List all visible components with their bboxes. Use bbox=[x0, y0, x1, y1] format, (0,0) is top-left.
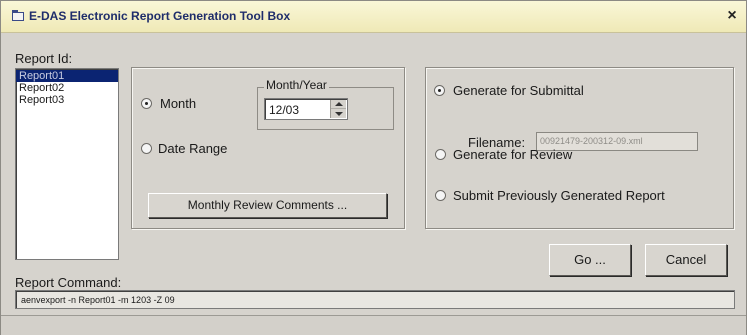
title-bar: E-DAS Electronic Report Generation Tool … bbox=[1, 1, 746, 33]
generate-review-label: Generate for Review bbox=[453, 147, 573, 162]
generate-review-radio[interactable] bbox=[435, 149, 446, 160]
window-title: E-DAS Electronic Report Generation Tool … bbox=[29, 9, 291, 23]
arrow-down-icon[interactable] bbox=[331, 109, 346, 118]
close-icon[interactable]: × bbox=[723, 6, 741, 26]
status-bar bbox=[1, 315, 746, 335]
month-label: Month bbox=[160, 96, 197, 111]
month-year-label: Month/Year bbox=[264, 78, 329, 92]
month-year-value: 12/03 bbox=[269, 103, 300, 117]
arrow-up-icon[interactable] bbox=[331, 100, 346, 109]
go-button[interactable]: Go ... bbox=[549, 244, 631, 276]
date-range-label: Date Range bbox=[158, 141, 228, 156]
list-item-report03[interactable]: Report03 bbox=[16, 94, 118, 106]
report-command-label: Report Command: bbox=[15, 275, 122, 290]
cancel-button[interactable]: Cancel bbox=[645, 244, 727, 276]
generate-submittal-label: Generate for Submittal bbox=[453, 83, 584, 98]
month-year-spinner[interactable] bbox=[330, 100, 346, 118]
monthly-review-comments-button[interactable]: Monthly Review Comments ... bbox=[148, 193, 387, 218]
submit-previous-radio[interactable] bbox=[435, 190, 446, 201]
list-item-report02[interactable]: Report02 bbox=[16, 82, 118, 94]
date-range-radio[interactable] bbox=[141, 143, 152, 154]
report-id-list[interactable]: Report01 Report02 Report03 bbox=[15, 68, 119, 260]
report-toolbox-window: E-DAS Electronic Report Generation Tool … bbox=[0, 0, 747, 335]
generate-submittal-radio[interactable] bbox=[434, 85, 445, 96]
list-item-report01[interactable]: Report01 bbox=[16, 70, 118, 82]
month-radio[interactable] bbox=[141, 98, 152, 109]
report-command-field[interactable]: aenvexport -n Report01 -m 1203 -Z 09 bbox=[15, 290, 735, 309]
report-id-label: Report Id: bbox=[15, 51, 73, 66]
submit-previous-label: Submit Previously Generated Report bbox=[453, 188, 665, 203]
window-icon bbox=[12, 10, 24, 21]
